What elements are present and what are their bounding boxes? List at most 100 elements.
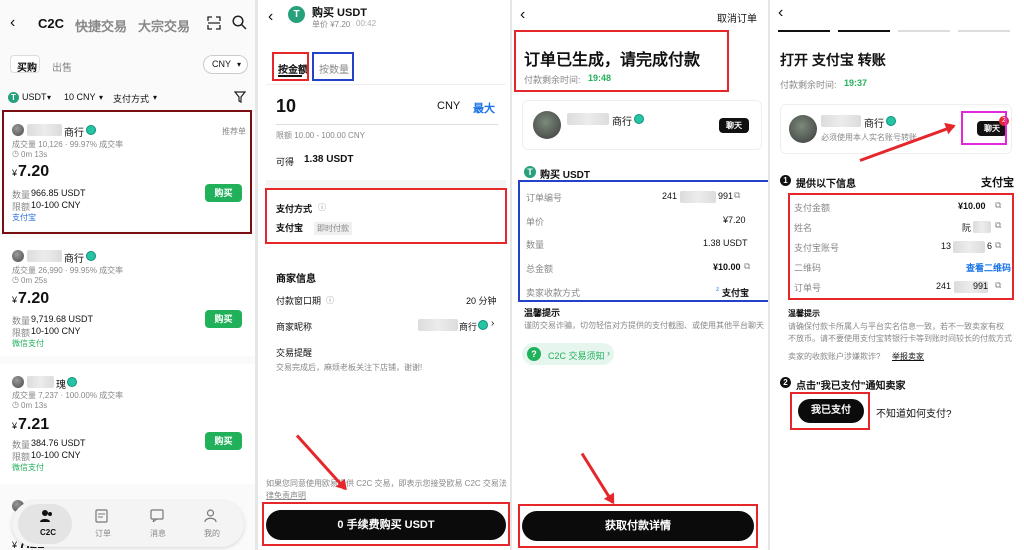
progress-step-3 bbox=[898, 30, 950, 32]
buy-button[interactable]: 购买 bbox=[205, 310, 242, 328]
window-value: 20 分钟 bbox=[466, 296, 497, 306]
chat-button[interactable]: 聊天 bbox=[719, 118, 749, 133]
amount-currency: CNY bbox=[437, 100, 461, 112]
nav-c2c[interactable]: C2C bbox=[40, 528, 56, 537]
section-gap bbox=[266, 180, 506, 188]
seller-card: 商行 聊天 bbox=[522, 100, 762, 150]
transfer-headline: 打开 支付宝 转账 bbox=[780, 52, 886, 68]
highlight-box-details-button bbox=[518, 504, 758, 548]
highlight-box-paid-button bbox=[790, 392, 870, 430]
page-title: 购买 USDT bbox=[312, 7, 367, 19]
redacted-name bbox=[27, 250, 62, 262]
filter-funnel-icon[interactable] bbox=[234, 91, 246, 103]
input-underline bbox=[276, 124, 498, 125]
buy-button[interactable]: 购买 bbox=[205, 432, 242, 450]
nickname-label: 商家昵称 bbox=[276, 322, 313, 332]
step-2-badge: 2 bbox=[780, 377, 791, 388]
step-1-method: 支付宝 bbox=[981, 177, 1014, 189]
nav-profile[interactable]: 我的 bbox=[204, 528, 220, 539]
people-icon[interactable] bbox=[40, 509, 54, 523]
highlight-box-payee-details bbox=[788, 193, 1014, 300]
screenshot: ‹ C2C 快捷交易 大宗交易 买购 出售 CNY ▾ T USDT ▾ 10 C… bbox=[0, 0, 1024, 550]
question-icon: ? bbox=[527, 347, 541, 361]
filter-coin[interactable]: USDT bbox=[22, 92, 47, 102]
fraud-question: 卖家的收款账户涉嫌欺诈? bbox=[788, 352, 881, 361]
caret-down-icon: ▾ bbox=[47, 93, 52, 102]
progress-step-1 bbox=[778, 30, 830, 32]
verified-badge-icon bbox=[86, 251, 96, 261]
filter-amount[interactable]: 10 CNY bbox=[64, 92, 96, 102]
seller-name: 商行 bbox=[864, 119, 884, 130]
highlight-box-buy-button bbox=[262, 502, 510, 546]
price: 7.20 bbox=[18, 290, 50, 307]
highlight-box-amount-tab bbox=[272, 52, 309, 81]
avatar bbox=[12, 250, 24, 262]
remind-text: 交易完成后，麻烦老板关注下店铺，谢谢! bbox=[276, 363, 423, 372]
back-arrow-icon[interactable]: ‹ bbox=[778, 4, 783, 22]
message-icon[interactable] bbox=[150, 509, 164, 522]
merchant-name: 商行 bbox=[64, 254, 84, 265]
info-icon: ⓘ bbox=[326, 296, 334, 305]
highlight-box-listing bbox=[2, 110, 252, 234]
quantity: 384.76 USDT bbox=[31, 438, 86, 448]
sell-tab[interactable]: 出售 bbox=[52, 59, 72, 74]
response-time: 0m 25s bbox=[21, 276, 48, 285]
tip-text: 谨防交易诈骗，切勿轻信对方提供的支付截图、或使用其他平台聊天 bbox=[524, 321, 764, 330]
price: 7.21 bbox=[18, 416, 50, 433]
panel-order-created: ‹ 取消订单 订单已生成，请完成付款 付款剩余时间: 19:48 商行 聊天 T… bbox=[512, 0, 770, 550]
nav-orders[interactable]: 订单 bbox=[95, 528, 111, 539]
search-icon[interactable] bbox=[232, 15, 247, 30]
step-1-title: 提供以下信息 bbox=[796, 179, 856, 190]
seller-name: 商行 bbox=[612, 117, 632, 128]
highlight-box-payment-method bbox=[265, 188, 507, 244]
tip-title: 温馨提示 bbox=[788, 309, 820, 318]
merchant-info-title: 商家信息 bbox=[276, 274, 316, 285]
report-seller-link[interactable]: 举报卖家 bbox=[892, 351, 924, 362]
cancel-order-link[interactable]: 取消订单 bbox=[717, 10, 757, 25]
remain-time: 19:37 bbox=[844, 78, 868, 88]
divider bbox=[266, 84, 506, 85]
clock-icon: ◷ bbox=[12, 275, 19, 284]
profile-icon[interactable] bbox=[204, 509, 217, 523]
back-arrow-icon[interactable]: ‹ bbox=[520, 6, 525, 24]
panel-c2c-market: ‹ C2C 快捷交易 大宗交易 买购 出售 CNY ▾ T USDT ▾ 10 C… bbox=[0, 0, 255, 550]
buy-usdt-label: 购买 USDT bbox=[540, 170, 590, 181]
tip-text: 请确保付款卡所属人与平台实名信息一致，若不一致卖家有权 bbox=[788, 322, 1004, 331]
window-label: 付款窗口期 bbox=[276, 296, 322, 306]
tab-quick-trade[interactable]: 快捷交易 bbox=[75, 16, 127, 35]
avatar bbox=[533, 111, 561, 139]
buy-tab[interactable]: 买购 bbox=[10, 55, 40, 74]
redacted-name bbox=[567, 113, 609, 125]
nav-messages[interactable]: 消息 bbox=[150, 528, 166, 539]
verified-badge-icon bbox=[886, 116, 896, 126]
c2c-notice-chip[interactable]: ? C2C 交易须知 › bbox=[522, 343, 614, 365]
back-arrow-icon[interactable]: ‹ bbox=[10, 14, 15, 32]
list-item[interactable]: 瑰 成交量 7,237 · 100.00% 成交率 ◷ 0m 13s ¥ 7.2… bbox=[0, 364, 255, 484]
progress-step-4 bbox=[958, 30, 1010, 32]
tab-c2c[interactable]: C2C bbox=[38, 16, 64, 31]
nickname-value: 商行 bbox=[459, 322, 478, 332]
tab-block-trade[interactable]: 大宗交易 bbox=[138, 16, 190, 35]
how-to-pay-link[interactable]: 不知道如何支付? bbox=[876, 405, 952, 420]
merchant-name: 瑰 bbox=[56, 380, 66, 391]
verified-badge-icon bbox=[634, 114, 644, 124]
max-button[interactable]: 最大 bbox=[473, 100, 495, 116]
chevron-right-icon[interactable]: › bbox=[491, 318, 494, 329]
caret-down-icon: ▾ bbox=[237, 60, 242, 69]
currency-select[interactable]: CNY ▾ bbox=[203, 55, 248, 74]
highlight-box-chat bbox=[961, 111, 1007, 145]
amount-input[interactable]: 10 bbox=[276, 96, 296, 117]
back-arrow-icon[interactable]: ‹ bbox=[268, 8, 273, 26]
limit: 10-100 CNY bbox=[31, 326, 81, 336]
highlight-box-quantity-tab bbox=[312, 52, 354, 81]
disclaimer-link[interactable]: 律免责声明 bbox=[266, 490, 306, 501]
step-2-title: 点击"我已支付"通知卖家 bbox=[796, 381, 906, 392]
usdt-coin-icon: T bbox=[524, 166, 536, 178]
order-icon[interactable] bbox=[95, 509, 108, 523]
quantity: 9,719.68 USDT bbox=[31, 314, 94, 324]
avatar bbox=[12, 376, 24, 388]
list-item[interactable]: 商行 成交量 26,990 · 99.95% 成交率 ◷ 0m 25s ¥ 7.… bbox=[0, 238, 255, 356]
filter-payment[interactable]: 支付方式 bbox=[113, 92, 149, 105]
scan-icon[interactable] bbox=[207, 16, 221, 30]
caret-down-icon: ▾ bbox=[153, 93, 158, 102]
